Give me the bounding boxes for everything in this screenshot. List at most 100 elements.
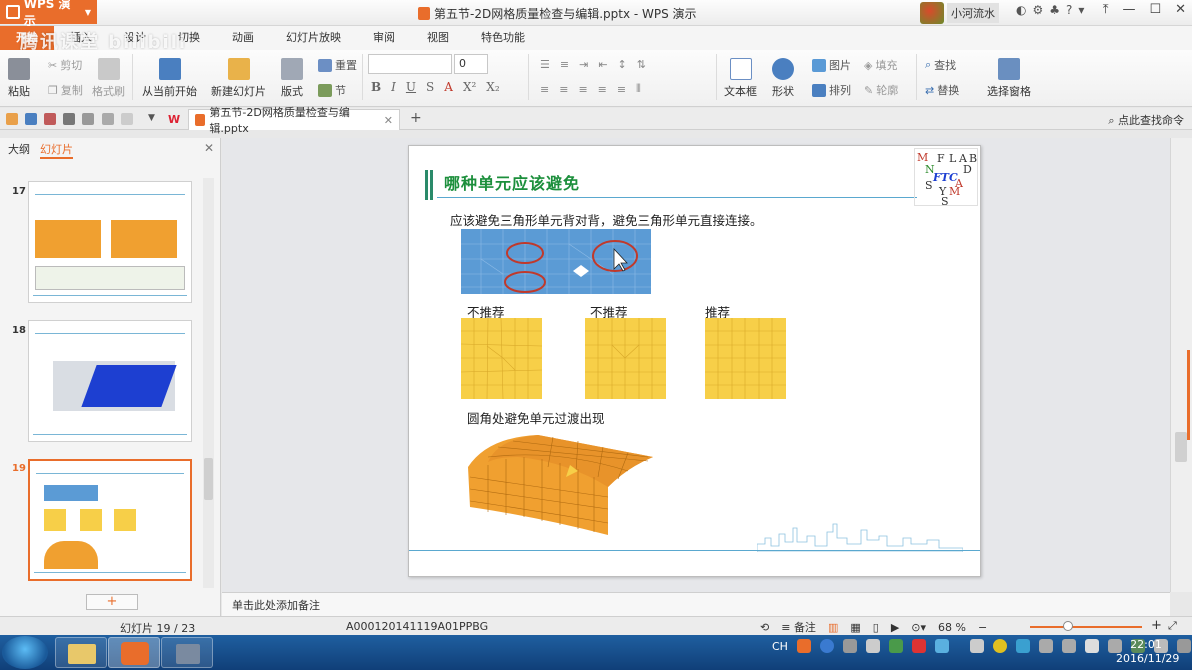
menu-caret-icon[interactable]: ▾ [1078, 3, 1084, 17]
redo-icon[interactable] [121, 113, 133, 125]
add-slide-button[interactable]: + [86, 594, 138, 610]
zoom-slider-track[interactable] [1030, 626, 1142, 628]
triangle-mesh-picture[interactable] [461, 229, 651, 294]
sorter-view-icon[interactable]: ▦ [850, 621, 860, 634]
text-box-button[interactable]: 文本框 [724, 58, 757, 99]
fit-window-icon[interactable]: ⤢ [1168, 619, 1177, 633]
slide-thumbnail-19[interactable] [28, 459, 192, 581]
underline-icon[interactable]: U [406, 80, 416, 94]
layout-button[interactable]: 版式 [281, 58, 303, 99]
help-icon[interactable] [819, 639, 834, 653]
find-command[interactable]: ⌕ 点此查找命令 [1108, 112, 1184, 128]
bullet-list-icon[interactable]: ☰ [540, 58, 550, 71]
system-clock[interactable]: 22:01 2016/11/29 [1116, 638, 1179, 666]
indent-icon[interactable]: ⇥ [579, 58, 588, 71]
tray-arrow-icon[interactable] [865, 639, 880, 653]
superscript-icon[interactable]: X² [463, 80, 476, 94]
line-spacing-icon[interactable]: ↕ [618, 58, 627, 71]
print-icon[interactable] [63, 113, 75, 125]
slide-scrollbar[interactable] [1170, 138, 1192, 592]
close-icon[interactable]: ✕ [204, 141, 214, 155]
mesh-square-not-recommended-1[interactable] [461, 318, 542, 399]
scroll-thumb[interactable] [204, 458, 213, 500]
save-icon[interactable] [25, 113, 37, 125]
justify-icon[interactable]: ≡ [598, 83, 607, 96]
current-slide[interactable]: 哪种单元应该避免 M F L A B N D FTC S A Y M S 应该避… [408, 145, 981, 577]
align-left-icon[interactable]: ≡ [540, 83, 549, 96]
open-folder-icon[interactable] [6, 113, 18, 125]
arrange-button[interactable]: 排列 [812, 82, 851, 98]
align-center-icon[interactable]: ≡ [559, 83, 568, 96]
skin-icon[interactable]: ◐ [1016, 3, 1026, 17]
language-indicator[interactable]: CH [772, 640, 788, 653]
picture-button[interactable]: 图片 [812, 57, 851, 73]
minimize-icon[interactable]: — [1122, 2, 1135, 17]
cut-button[interactable]: ✂ 剪切 [48, 57, 82, 73]
font-color-icon[interactable]: A [444, 80, 453, 94]
select-pane-button[interactable]: 选择窗格 [987, 58, 1031, 99]
shirt-icon[interactable]: ♣ [1049, 3, 1060, 17]
user-account[interactable]: 小河流水 [920, 1, 999, 25]
shadow-icon[interactable]: S [426, 80, 434, 94]
reset-button[interactable]: 重置 [318, 57, 357, 73]
phone-icon[interactable] [888, 639, 903, 653]
align-right-icon[interactable]: ≡ [578, 83, 587, 96]
outdent-icon[interactable]: ⇤ [598, 58, 607, 71]
subscript-icon[interactable]: X₂ [486, 80, 499, 94]
start-button[interactable] [2, 636, 48, 669]
zoom-level[interactable]: 68 % [938, 621, 966, 634]
notes-pane[interactable]: 单击此处添加备注 [222, 592, 1170, 616]
undo-icon[interactable] [102, 113, 114, 125]
fill-button[interactable]: ◈ 填充 [864, 57, 897, 73]
from-current-button[interactable]: 从当前开始 [142, 58, 197, 99]
new-tab-icon[interactable]: + [410, 110, 422, 126]
slideshow-icon[interactable]: ▶ [891, 621, 899, 634]
volume-icon[interactable] [1084, 639, 1099, 653]
slide-thumbnail-17[interactable] [28, 181, 192, 303]
font-size-dropdown[interactable]: 0 [454, 54, 488, 74]
shield-icon[interactable] [969, 639, 984, 653]
fillet-mesh-picture[interactable] [458, 427, 658, 544]
tray-network-icon[interactable] [1176, 639, 1191, 653]
italic-icon[interactable]: I [391, 80, 396, 94]
mesh-square-not-recommended-2[interactable] [585, 318, 666, 399]
user-name[interactable]: 小河流水 [947, 3, 999, 23]
number-list-icon[interactable]: ≡ [560, 58, 569, 71]
tab-review[interactable]: 审阅 [357, 26, 411, 50]
copy-button[interactable]: ❐ 复制 [48, 82, 83, 98]
gear-icon[interactable]: ⚙ [1032, 3, 1043, 17]
outline-button[interactable]: ✎ 轮廓 [864, 82, 898, 98]
keyboard-icon[interactable] [842, 639, 857, 653]
wps-app-menu[interactable]: WPS 演示 ▼ [0, 0, 97, 28]
tray-app-icon[interactable] [911, 639, 926, 653]
bold-icon[interactable]: B [371, 80, 381, 94]
tab-slideshow[interactable]: 幻灯片放映 [270, 26, 357, 50]
panel-scrollbar[interactable] [203, 178, 214, 588]
cloud-icon[interactable] [1015, 639, 1030, 653]
normal-view-icon[interactable]: ▥ [828, 621, 838, 634]
close-icon[interactable]: ✕ [1175, 2, 1186, 17]
print-preview-icon[interactable] [82, 113, 94, 125]
new-slide-button[interactable]: 新建幻灯片 [211, 58, 266, 99]
dashboard-icon[interactable] [1038, 639, 1053, 653]
tab-outline[interactable]: 大纲 [8, 141, 30, 159]
slide-thumbnail-18[interactable] [28, 320, 192, 442]
paste-button[interactable]: 粘贴 [8, 58, 30, 99]
replace-button[interactable]: ⇄ 替换 [925, 82, 959, 98]
tab-animation[interactable]: 动画 [216, 26, 270, 50]
backup-icon[interactable]: ⟲ [760, 621, 769, 634]
zoom-slider-knob[interactable] [1063, 621, 1073, 631]
zoom-in-icon[interactable]: + [1151, 618, 1162, 633]
scroll-thumb[interactable] [1175, 432, 1187, 462]
tab-view[interactable]: 视图 [411, 26, 465, 50]
columns-icon[interactable]: ⫴ [636, 82, 641, 96]
tab-slides[interactable]: 幻灯片 [40, 141, 73, 159]
input-method-icon[interactable] [796, 639, 811, 653]
taskbar-app[interactable] [161, 637, 213, 668]
maximize-icon[interactable]: ☐ [1149, 2, 1161, 17]
reading-view-icon[interactable]: ▯ [873, 621, 879, 634]
pdf-export-icon[interactable] [44, 113, 56, 125]
help-icon[interactable]: ? [1066, 3, 1072, 17]
restore-ribbon-icon[interactable]: ⤒ [1103, 2, 1109, 17]
font-name-dropdown[interactable] [368, 54, 452, 74]
